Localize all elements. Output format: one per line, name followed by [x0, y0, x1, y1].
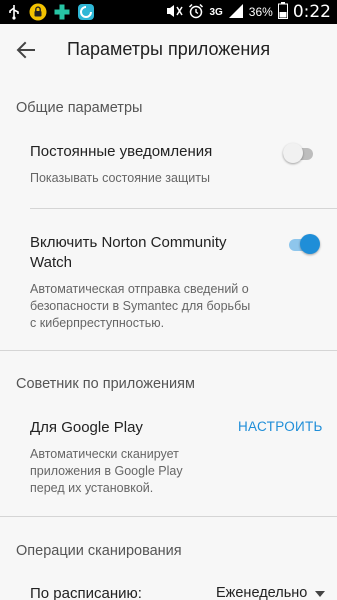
section-header-scan: Операции сканирования [16, 543, 182, 559]
community-watch-desc-line1: Автоматическая отправка сведений о [30, 282, 249, 296]
arrow-back-icon[interactable] [14, 38, 38, 62]
alarm-icon [188, 3, 204, 22]
network-type: 3G [209, 6, 223, 18]
usb-icon [4, 2, 24, 22]
clock: 0:22 [292, 2, 331, 22]
plus-app-icon [52, 2, 72, 22]
configure-button[interactable]: НАСТРОИТЬ [238, 419, 323, 434]
google-play-title: Для Google Play [30, 419, 143, 436]
divider [0, 350, 337, 351]
google-play-desc-line1: Автоматически сканирует [30, 447, 179, 461]
divider [0, 516, 337, 517]
battery-percent: 36% [248, 5, 273, 19]
schedule-value: Еженедельно [216, 585, 308, 600]
schedule-dropdown[interactable]: Еженедельно [216, 585, 326, 600]
persistent-notifications-title: Постоянные уведомления [30, 143, 213, 160]
shield-app-icon [76, 2, 96, 22]
community-watch-desc-line2: безопасности в Symantec для борьбы [30, 299, 251, 313]
schedule-title: По расписанию: [30, 585, 142, 600]
lock-icon [28, 2, 48, 22]
community-watch-title-line2: Watch [30, 254, 72, 271]
page-title: Параметры приложения [67, 39, 271, 59]
persistent-notifications-toggle[interactable] [283, 143, 315, 165]
community-watch-desc-line3: с киберпреступностью. [30, 316, 165, 330]
divider [30, 208, 337, 209]
signal-icon [228, 3, 244, 22]
community-watch-title-line1: Включить Norton Community [30, 234, 227, 251]
mute-icon [165, 3, 184, 22]
section-header-app-advisor: Советник по приложениям [16, 376, 195, 392]
battery-icon [277, 2, 288, 22]
app-bar: Параметры приложения [0, 24, 337, 76]
status-bar: 3G 36% 0:22 [0, 0, 337, 24]
caret-down-icon [315, 591, 326, 597]
section-header-general: Общие параметры [16, 100, 143, 116]
google-play-desc-line2: приложения в Google Play [30, 464, 183, 478]
google-play-desc-line3: перед их установкой. [30, 481, 154, 495]
community-watch-toggle[interactable] [289, 234, 321, 256]
persistent-notifications-subtitle: Показывать состояние защиты [30, 171, 210, 185]
